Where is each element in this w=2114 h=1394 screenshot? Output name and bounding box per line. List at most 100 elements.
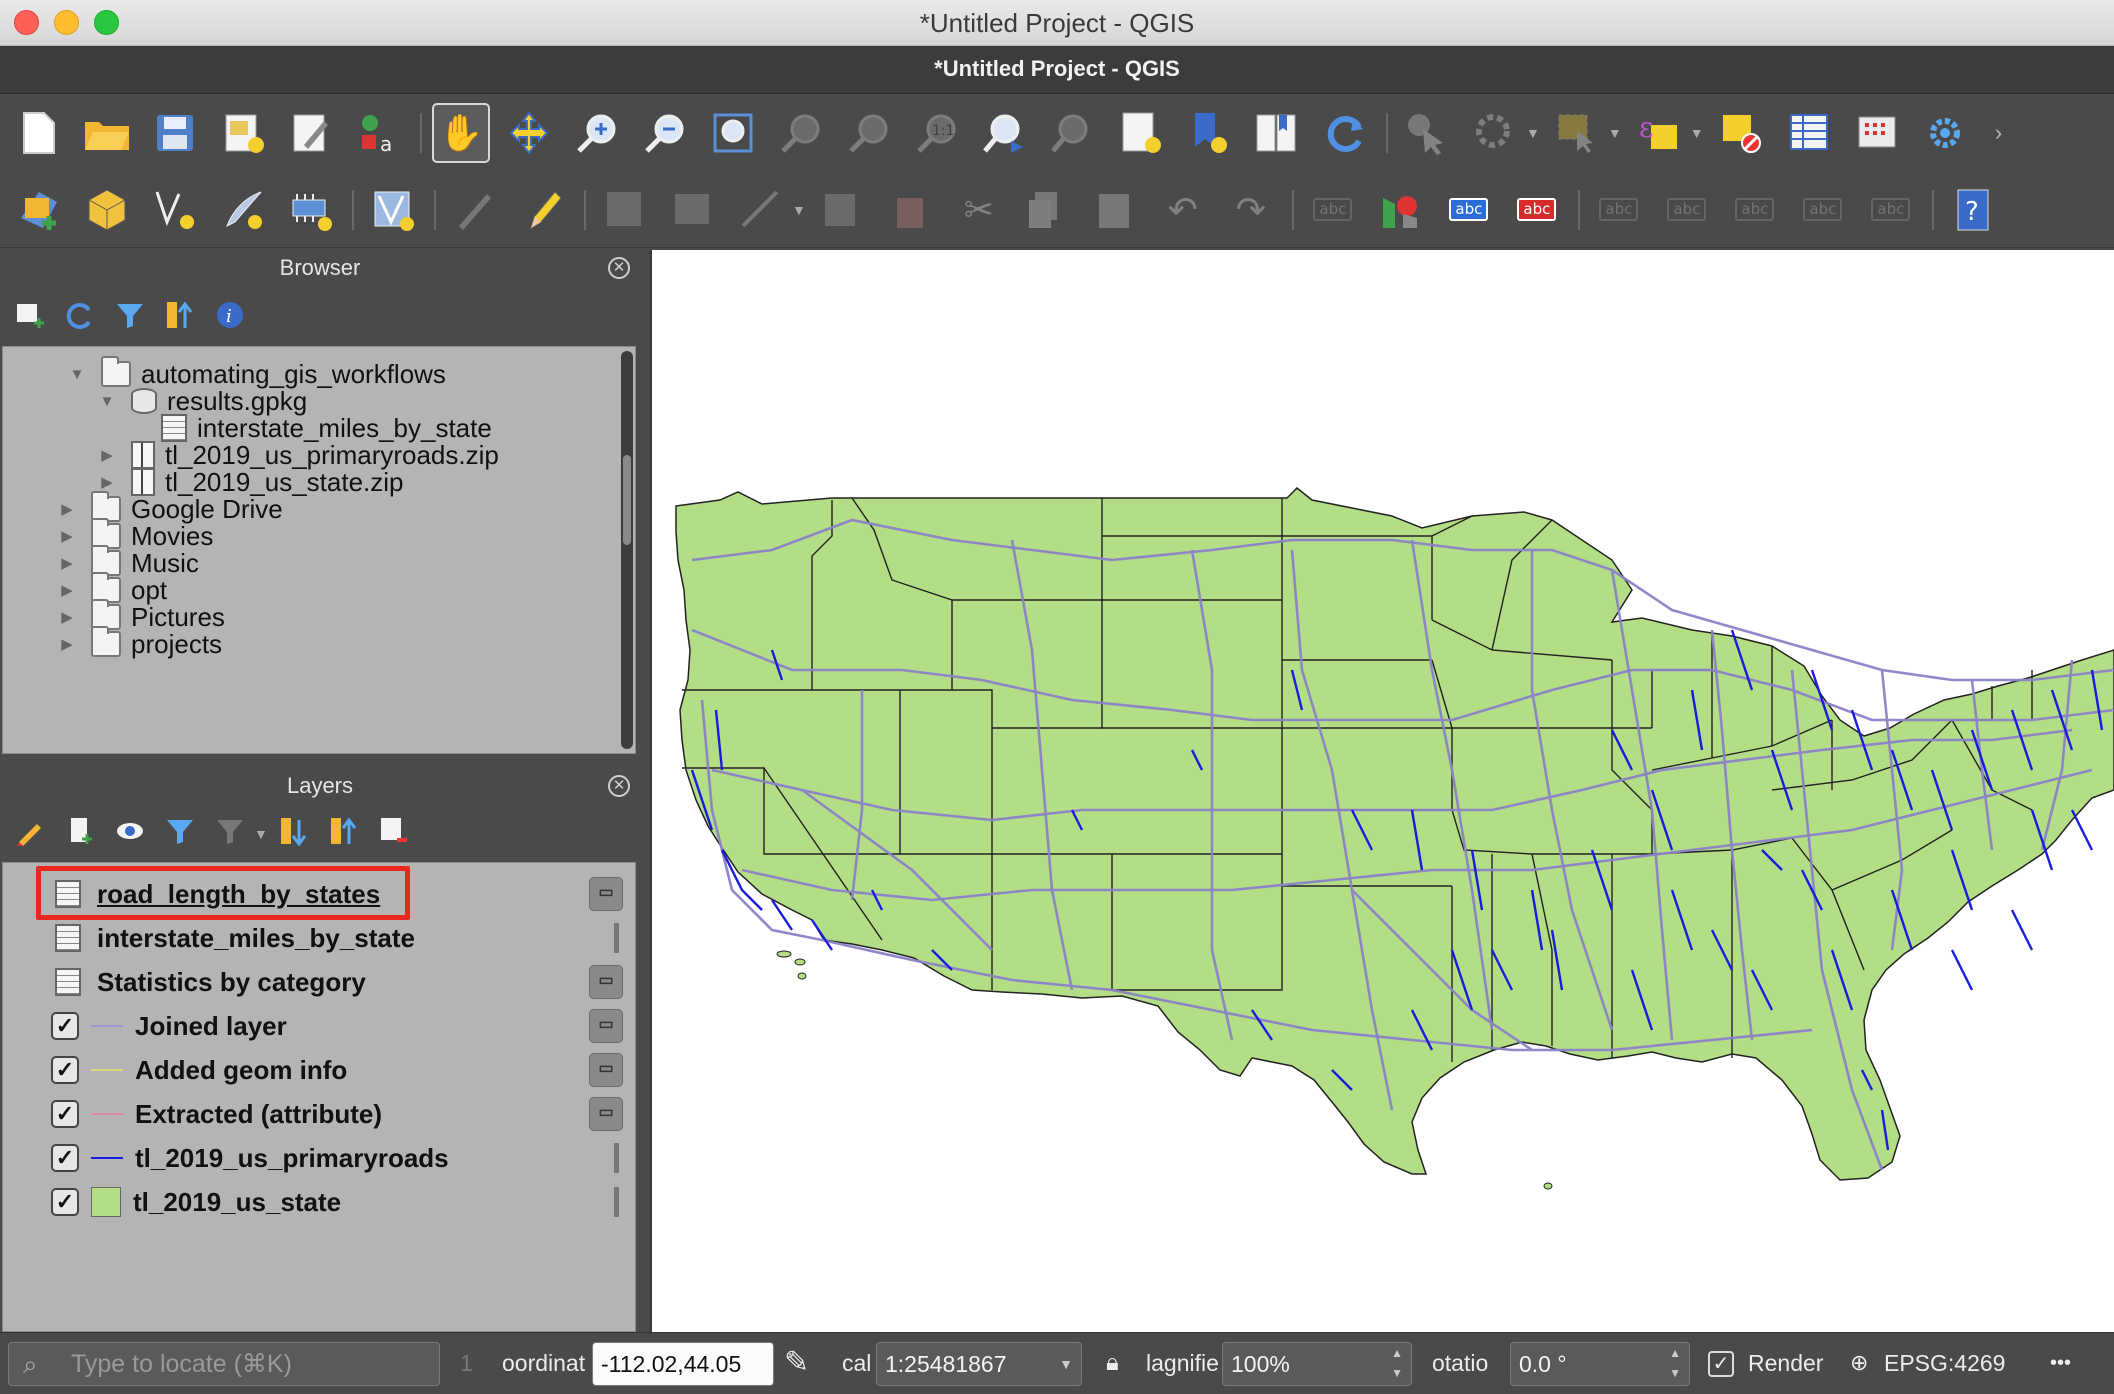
layer-visibility-checkbox[interactable]: ✓ <box>51 1012 79 1040</box>
save-layer-edits-icon[interactable] <box>596 180 654 240</box>
render-checkbox[interactable]: ✓ <box>1708 1351 1734 1377</box>
statistics-icon[interactable] <box>1848 103 1906 163</box>
action-dropdown[interactable]: ▼ <box>1526 125 1540 141</box>
attribute-table-icon[interactable] <box>1780 103 1838 163</box>
redo-icon[interactable]: ↷ <box>1222 180 1280 240</box>
data-source-manager-icon[interactable] <box>10 180 68 240</box>
layer-visibility-checkbox[interactable]: ✓ <box>51 1144 79 1172</box>
lock-scale-icon[interactable]: 🔒︎ <box>1106 1341 1119 1385</box>
extents-toggle-icon[interactable]: ✎ <box>784 1341 809 1385</box>
new-virtual-layer-icon[interactable] <box>282 180 340 240</box>
layer-item-extracted-attribute[interactable]: ✓ Extracted (attribute) ▭ <box>3 1093 623 1135</box>
add-selected-layers-icon[interactable] <box>12 300 48 336</box>
undo-icon[interactable]: ↶ <box>1154 180 1212 240</box>
collapsed-icon[interactable]: ▶ <box>55 581 79 599</box>
toggle-display-unplaced-labels-icon[interactable]: abc <box>1508 180 1566 240</box>
zoom-to-selection-icon[interactable] <box>772 103 830 163</box>
collapsed-icon[interactable]: ▶ <box>95 446 119 464</box>
scale-combo[interactable]: 1:25481867 ▼ <box>876 1342 1082 1386</box>
deselect-icon[interactable] <box>1712 103 1770 163</box>
layer-item-joined-layer[interactable]: ✓ Joined layer ▭ <box>3 1005 623 1047</box>
cut-features-icon[interactable]: ✂ <box>950 180 1008 240</box>
remove-layer-icon[interactable] <box>376 816 412 852</box>
zoom-last-icon[interactable] <box>976 103 1034 163</box>
pan-to-selection-icon[interactable] <box>500 103 558 163</box>
layer-visibility-checkbox[interactable]: ✓ <box>51 1056 79 1084</box>
zoom-in-icon[interactable] <box>568 103 626 163</box>
collapsed-icon[interactable]: ▶ <box>55 554 79 572</box>
layout-manager-icon[interactable] <box>282 103 340 163</box>
filter-dropdown[interactable]: ▼ <box>254 826 268 842</box>
zoom-to-layer-icon[interactable] <box>840 103 898 163</box>
toggle-editing-icon[interactable] <box>514 180 572 240</box>
add-group-icon[interactable] <box>62 816 98 852</box>
layer-item-interstate-miles-by-state[interactable]: interstate_miles_by_state <box>3 917 623 959</box>
collapse-all-icon[interactable] <box>162 300 198 336</box>
coordinate-field[interactable]: -112.02,44.05 <box>592 1342 774 1386</box>
vertex-dropdown[interactable]: ▼ <box>792 202 806 218</box>
zoom-out-icon[interactable] <box>636 103 694 163</box>
collapsed-icon[interactable]: ▶ <box>95 473 119 491</box>
copy-features-icon[interactable] <box>1018 180 1076 240</box>
layer-item-us-state[interactable]: ✓ tl_2019_us_state <box>3 1181 623 1223</box>
style-manager-icon[interactable]: a <box>350 103 408 163</box>
new-bookmark-icon[interactable] <box>1180 103 1238 163</box>
new-map-view-icon[interactable] <box>1112 103 1170 163</box>
toolbar-overflow-icon[interactable]: › <box>1984 103 2014 163</box>
show-bookmarks-icon[interactable] <box>1248 103 1306 163</box>
map-canvas[interactable] <box>650 250 2114 1332</box>
open-project-icon[interactable] <box>78 103 136 163</box>
paste-features-icon[interactable] <box>1086 180 1144 240</box>
show-hide-labels-icon[interactable]: abc <box>1658 180 1716 240</box>
save-project-icon[interactable] <box>146 103 204 163</box>
info-icon[interactable]: i <box>212 300 248 336</box>
layer-item-primaryroads[interactable]: ✓ tl_2019_us_primaryroads <box>3 1137 623 1179</box>
new-geopackage-layer-icon[interactable] <box>78 180 136 240</box>
pin-labels-icon[interactable]: abc <box>1590 180 1648 240</box>
collapsed-icon[interactable]: ▶ <box>55 500 79 518</box>
new-temporary-layer-icon[interactable] <box>214 180 272 240</box>
close-icon[interactable]: ✕ <box>608 257 630 279</box>
select-dropdown[interactable]: ▼ <box>1608 125 1622 141</box>
layer-item-added-geom-info[interactable]: ✓ Added geom info ▭ <box>3 1049 623 1091</box>
select-features-icon[interactable] <box>1548 103 1606 163</box>
tree-item[interactable]: ▶ projects <box>55 626 222 661</box>
select-by-expression-icon[interactable]: ε <box>1630 103 1688 163</box>
pan-map-icon[interactable]: ✋ <box>432 103 490 163</box>
filter-icon[interactable] <box>112 300 148 336</box>
zoom-next-icon[interactable] <box>1044 103 1102 163</box>
refresh-icon[interactable] <box>62 300 98 336</box>
move-label-icon[interactable]: abc <box>1726 180 1784 240</box>
zoom-native-icon[interactable]: 1:1 <box>908 103 966 163</box>
delete-selected-icon[interactable] <box>882 180 940 240</box>
collapse-all-icon[interactable] <box>326 816 362 852</box>
refresh-icon[interactable] <box>1316 103 1374 163</box>
visibility-eye-icon[interactable] <box>112 816 148 852</box>
expression-dropdown[interactable]: ▼ <box>1690 125 1704 141</box>
locator-input[interactable]: Type to locate (⌘K) <box>71 1343 292 1385</box>
new-shapefile-layer-icon[interactable] <box>146 180 204 240</box>
expand-all-icon[interactable] <box>276 816 312 852</box>
rotate-label-icon[interactable]: abc <box>1794 180 1852 240</box>
layer-labeling-icon[interactable]: abc <box>1304 180 1362 240</box>
close-icon[interactable]: ✕ <box>608 775 630 797</box>
add-record-icon[interactable] <box>664 180 722 240</box>
browser-scrollbar-thumb[interactable] <box>623 455 631 545</box>
layer-item-statistics-by-category[interactable]: Statistics by category ▭ <box>3 961 623 1003</box>
locator-search-bar[interactable]: ⌕ Type to locate (⌘K) <box>8 1342 440 1386</box>
collapsed-icon[interactable]: ▶ <box>55 527 79 545</box>
layer-diagram-icon[interactable] <box>1372 180 1430 240</box>
highlight-pinned-labels-icon[interactable]: abc <box>1440 180 1498 240</box>
zoom-full-icon[interactable] <box>704 103 762 163</box>
messages-icon[interactable]: ••• <box>2050 1341 2071 1385</box>
filter-by-expression-icon[interactable] <box>212 816 248 852</box>
browser-scrollbar[interactable] <box>621 351 633 749</box>
current-edits-icon[interactable] <box>446 180 504 240</box>
filter-legend-icon[interactable] <box>162 816 198 852</box>
magnifier-spinbox[interactable]: 100% ▲ ▼ <box>1222 1342 1412 1386</box>
expanded-icon[interactable]: ▼ <box>95 393 119 410</box>
layer-visibility-checkbox[interactable]: ✓ <box>51 1188 79 1216</box>
help-icon[interactable]: ? <box>1944 180 2002 240</box>
expanded-icon[interactable]: ▼ <box>65 366 89 383</box>
new-print-layout-icon[interactable] <box>214 103 272 163</box>
